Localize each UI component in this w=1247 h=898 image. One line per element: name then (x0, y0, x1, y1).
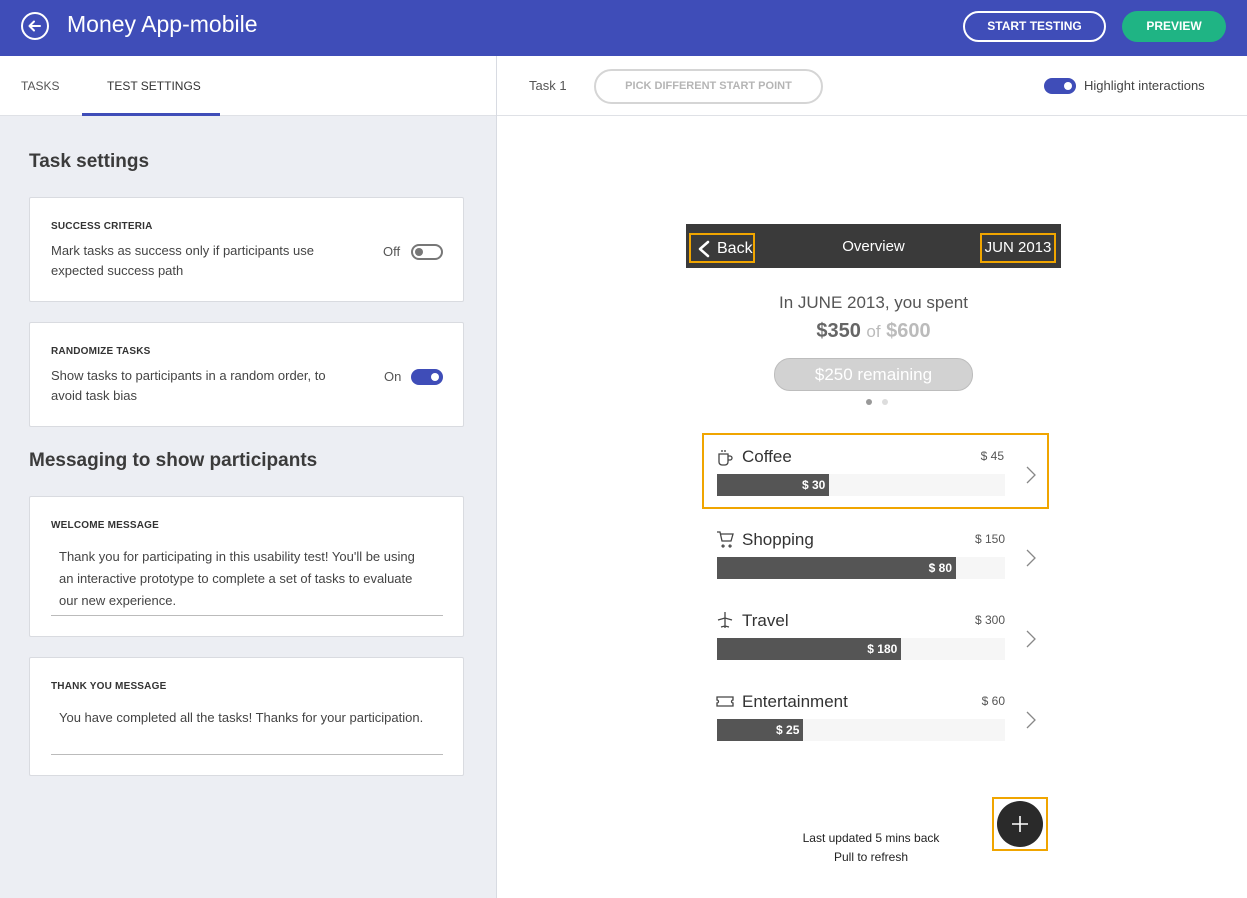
budget-value: $600 (886, 320, 931, 342)
page-dot[interactable] (882, 399, 888, 405)
of-label: of (866, 322, 881, 341)
spent-amount: $350 of $600 (686, 320, 1061, 343)
randomize-tasks-text: Show tasks to participants in a random o… (51, 368, 326, 403)
success-criteria-label: SUCCESS CRITERIA (51, 221, 153, 232)
tab-tasks[interactable]: TASKS (21, 79, 59, 93)
active-tab-indicator (82, 113, 220, 116)
chevron-right-icon (1026, 549, 1036, 567)
add-button[interactable] (997, 801, 1043, 847)
welcome-message-card: WELCOME MESSAGE Thank you for participat… (29, 496, 464, 637)
success-criteria-state: Off (383, 244, 401, 259)
category-name: Coffee (742, 447, 792, 466)
category-name: Entertainment (742, 692, 848, 711)
add-button-highlight (992, 797, 1048, 851)
last-updated-text: Last updated 5 mins back (802, 831, 940, 845)
category-bar-fill: $ 80 (717, 557, 957, 579)
pick-start-point-button[interactable]: PICK DIFFERENT START POINT (594, 69, 823, 104)
randomize-tasks-label: RANDOMIZE TASKS (51, 346, 151, 357)
thank-you-message-underline (51, 754, 443, 755)
success-criteria-card: SUCCESS CRITERIA Mark tasks as success o… (29, 197, 464, 302)
spent-value: $350 (816, 320, 861, 342)
spent-summary: In JUNE 2013, you spent (778, 293, 968, 312)
coffee-icon (718, 450, 733, 466)
randomize-tasks-state: On (384, 369, 402, 384)
chevron-right-icon (1026, 630, 1036, 648)
category-bar-track: $ 180 (717, 638, 1005, 660)
category-row-entertainment[interactable]: Entertainment $ 60 $ 25 (686, 678, 1061, 754)
thank-you-message-card: THANK YOU MESSAGE You have completed all… (29, 657, 464, 776)
plane-icon (717, 612, 733, 628)
remaining-pill: $250 remaining (774, 358, 973, 391)
success-criteria-text: Mark tasks as success only if participan… (51, 243, 314, 278)
category-bar-fill: $ 30 (717, 474, 830, 496)
category-bar-track: $ 80 (717, 557, 1005, 579)
category-bar-track: $ 30 (717, 474, 1005, 496)
randomize-tasks-card: RANDOMIZE TASKS Show tasks to participan… (29, 322, 464, 427)
tab-test-settings[interactable]: TEST SETTINGS (107, 79, 201, 93)
ticket-icon (716, 696, 734, 707)
plus-icon (1012, 816, 1028, 832)
phone-header: Back Overview JUN 2013 (686, 224, 1061, 268)
top-bar: Money App-mobile START TESTING PREVIEW (0, 0, 1247, 56)
category-bar-fill: $ 25 (717, 719, 804, 741)
phone-preview: Back Overview JUN 2013 In JUNE 2013, you… (686, 224, 1061, 870)
cart-icon (717, 531, 734, 548)
category-row-coffee[interactable]: Coffee $ 45 $ 30 (702, 433, 1049, 509)
task-label: Task 1 (529, 78, 567, 93)
thank-you-message-field[interactable]: You have completed all the tasks! Thanks… (59, 707, 429, 729)
randomize-tasks-toggle[interactable] (411, 369, 443, 385)
tab-bar: TASKS TEST SETTINGS (0, 56, 496, 116)
task-settings-heading: Task settings (29, 151, 150, 172)
success-criteria-toggle[interactable] (411, 244, 443, 260)
category-total: $ 60 (981, 694, 1005, 708)
category-bar-track: $ 25 (717, 719, 1005, 741)
month-picker-button[interactable]: JUN 2013 (980, 233, 1056, 263)
messaging-heading: Messaging to show participants (29, 450, 318, 471)
pull-to-refresh-text: Pull to refresh (833, 850, 909, 864)
category-total: $ 150 (974, 532, 1005, 546)
welcome-message-field[interactable]: Thank you for participating in this usab… (59, 546, 429, 612)
welcome-message-underline (51, 615, 443, 616)
thank-you-message-label: THANK YOU MESSAGE (51, 681, 167, 692)
preview-toolbar: Task 1 PICK DIFFERENT START POINT Highli… (497, 56, 1247, 116)
category-row-shopping[interactable]: Shopping $ 150 $ 80 (686, 516, 1061, 592)
category-name: Travel (742, 611, 789, 630)
chevron-right-icon (1026, 711, 1036, 729)
start-testing-button[interactable]: START TESTING (963, 11, 1106, 42)
category-bar-fill: $ 180 (717, 638, 902, 660)
app-title: Money App-mobile (67, 11, 258, 37)
preview-button[interactable]: PREVIEW (1122, 11, 1226, 42)
back-arrow-icon[interactable] (21, 12, 49, 40)
highlight-interactions-toggle[interactable] (1044, 78, 1076, 94)
page-dot-active[interactable] (866, 399, 872, 405)
chevron-right-icon (1026, 466, 1036, 484)
settings-panel: TASKS TEST SETTINGS Task settings SUCCES… (0, 56, 497, 898)
highlight-interactions-label: Highlight interactions (1084, 78, 1205, 93)
category-name: Shopping (742, 530, 814, 549)
category-total: $ 45 (980, 449, 1004, 463)
category-total: $ 300 (974, 613, 1005, 627)
category-row-travel[interactable]: Travel $ 300 $ 180 (686, 597, 1061, 673)
welcome-message-label: WELCOME MESSAGE (51, 520, 160, 531)
